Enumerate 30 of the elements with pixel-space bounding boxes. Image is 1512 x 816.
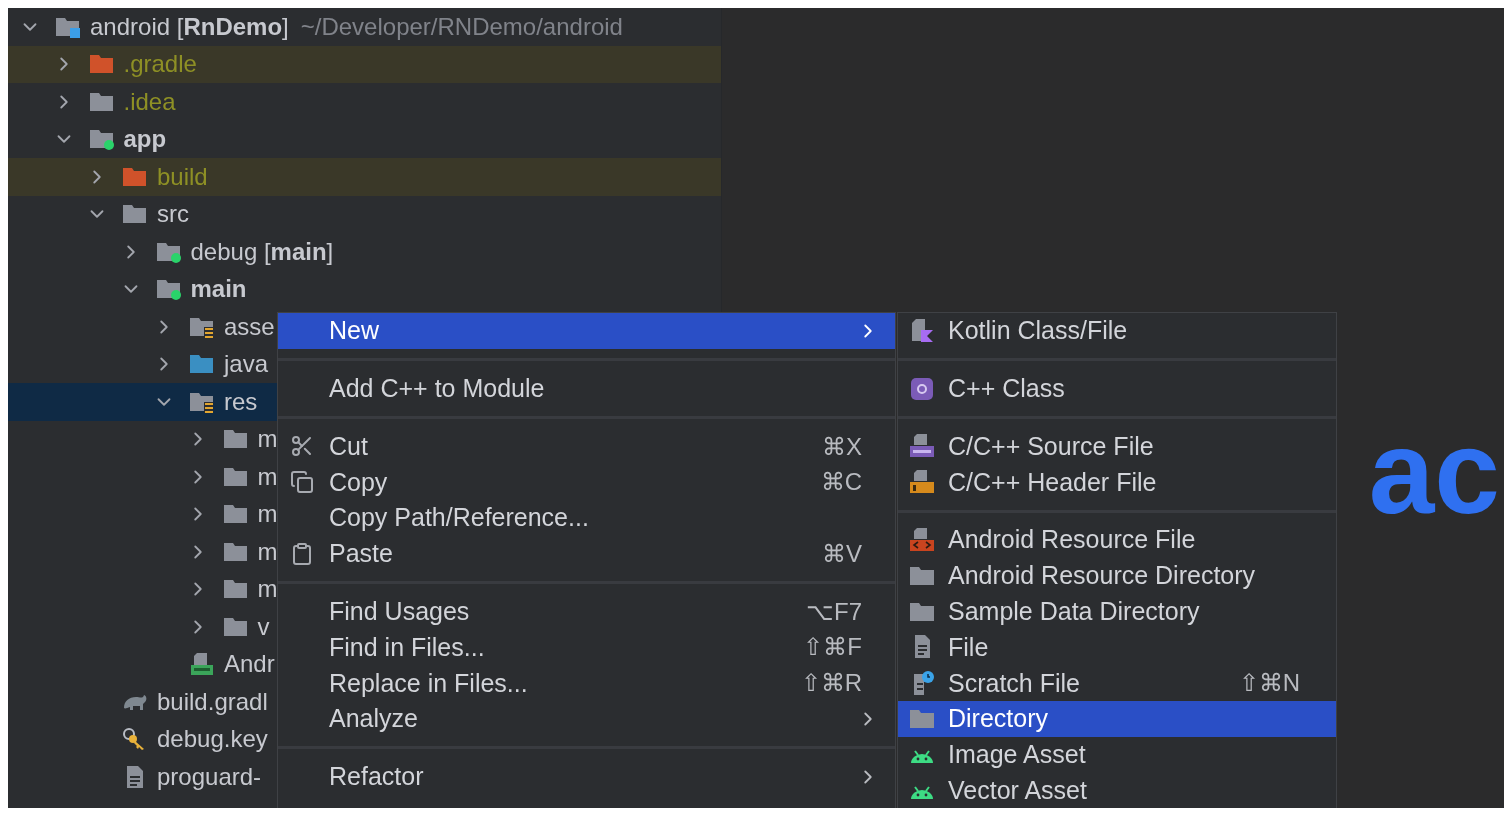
shortcut-label: ⇧⌘N	[1238, 668, 1300, 699]
tree-item-label: build	[157, 161, 208, 192]
tree-item-label: m	[257, 461, 278, 492]
tree-item-label: Andr	[224, 649, 275, 680]
tree-item-label: debug.key	[157, 724, 268, 755]
shortcut-label: ⌘C	[820, 467, 862, 498]
tree-item-label: android [RnDemo]	[90, 11, 289, 42]
tree-item-label: m	[257, 574, 278, 605]
tree-item-label: src	[157, 199, 189, 230]
tree-item-label: build.gradl	[157, 686, 268, 717]
shortcut-label: ⌘X	[822, 431, 862, 462]
shortcut-label: ⇧⌘F	[803, 632, 862, 663]
tree-item-label: debug [main]	[190, 236, 334, 267]
tree-item-label: .idea	[123, 86, 176, 117]
editor-large-text: ac	[1368, 413, 1500, 531]
shortcut-label: ⇧⌘R	[800, 668, 862, 699]
tree-item-label: res	[224, 386, 258, 417]
tree-item-label: main	[190, 274, 247, 305]
tree-item-label: proguard-	[157, 761, 262, 792]
shortcut-label: ⌘V	[822, 538, 862, 569]
tree-item-label: m	[257, 424, 278, 455]
tree-item-label: m	[257, 536, 278, 567]
tree-item-label: v	[257, 611, 270, 642]
tree-item-label: java	[224, 349, 269, 380]
project-path: ~/Developer/RNDemo/android	[300, 11, 623, 42]
shortcut-label: ⌥F7	[806, 596, 862, 627]
tree-item-label: asse	[224, 311, 275, 342]
tree-item-label: app	[123, 124, 167, 155]
tree-item-label: m	[257, 499, 278, 530]
tree-item-label: .gradle	[123, 49, 197, 80]
